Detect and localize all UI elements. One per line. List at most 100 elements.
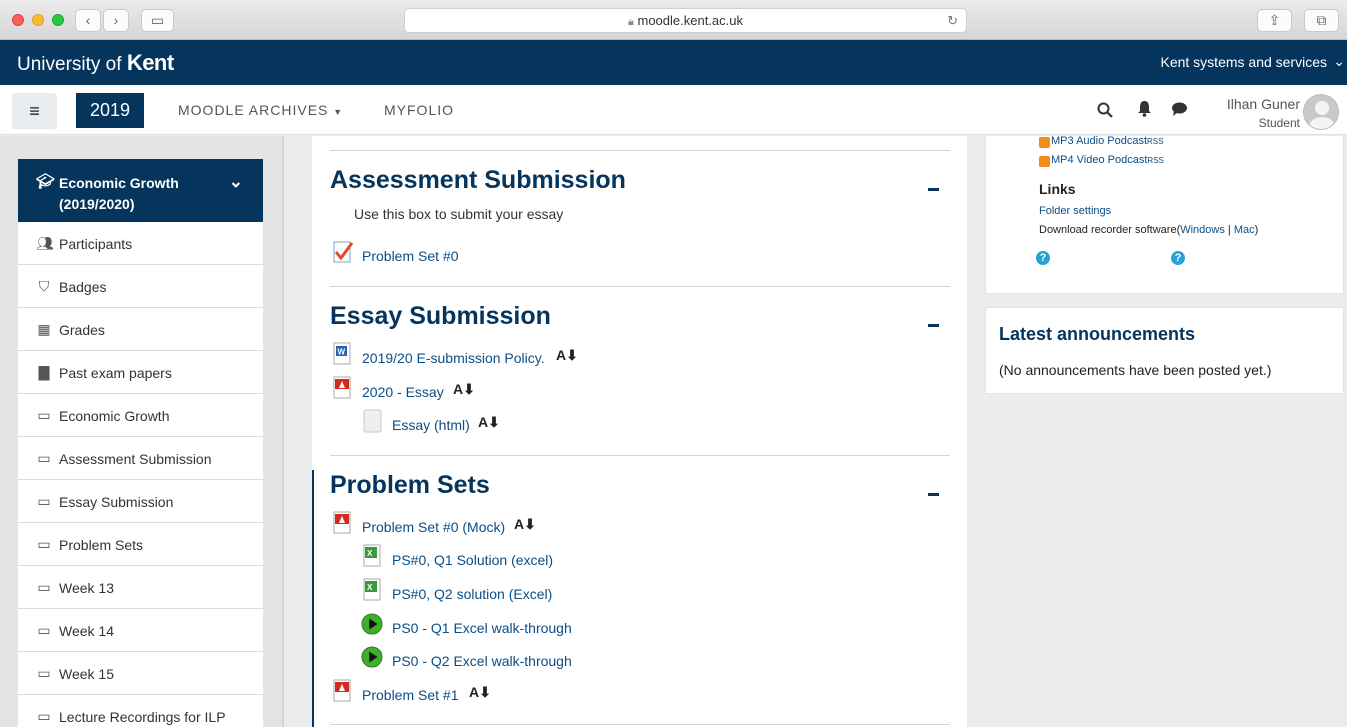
help-icon[interactable]: ? (1171, 251, 1185, 265)
nav-drawer: 🎓︎ Economic Growth (2019/2020) ⌄ 👥︎ Parti… (0, 136, 284, 727)
section-title-assessment: Assessment Submission (330, 166, 626, 194)
avatar[interactable] (1303, 94, 1339, 130)
drawer-toggle-button[interactable]: ≡ (12, 93, 57, 129)
drawer-item[interactable]: ▭ Essay Submission (18, 480, 263, 523)
folder-icon: ▭ (37, 708, 51, 724)
drawer-item[interactable]: ▭ Week 15 (18, 652, 263, 695)
users-icon: 👥︎ (36, 235, 54, 251)
search-icon[interactable] (1097, 102, 1113, 123)
folder-icon: ▭ (37, 493, 51, 509)
zoom-window-button[interactable] (52, 14, 64, 26)
activity-link[interactable]: Essay (html) (392, 417, 470, 433)
activity-link[interactable]: PS0 - Q2 Excel walk-through (392, 653, 572, 669)
drawer-item-label: Week 13 (59, 580, 114, 596)
svg-text:X: X (367, 549, 373, 558)
myfolio-link[interactable]: MYFOLIO (384, 102, 454, 118)
drawer-item[interactable]: ⛉ Badges (18, 265, 263, 308)
drawer-item-label: Lecture Recordings for ILP (59, 709, 226, 725)
folder-icon: ▭ (37, 579, 51, 595)
address-bar[interactable]: 🔒︎ moodle.kent.ac.uk ↻ (404, 8, 967, 33)
play-video-icon (361, 646, 383, 668)
activity-link[interactable]: 2019/20 E-submission Policy. (362, 350, 545, 366)
drawer-item[interactable]: ▇ Past exam papers (18, 351, 263, 394)
activity-link[interactable]: PS0 - Q1 Excel walk-through (392, 620, 572, 636)
drawer-item-label: Essay Submission (59, 494, 174, 510)
mac-link[interactable]: Mac (1234, 224, 1255, 236)
chevron-down-icon[interactable]: ⌄ (229, 172, 243, 192)
university-logo[interactable]: University of Kent (17, 50, 174, 76)
course-header[interactable]: 🎓︎ Economic Growth (2019/2020) ⌄ (18, 159, 263, 222)
pdf-file-icon (333, 511, 351, 534)
drawer-item-label: Week 14 (59, 623, 114, 639)
divider (330, 455, 950, 456)
drawer-item-label: Participants (59, 236, 133, 252)
drawer-item-label: Assessment Submission (59, 451, 212, 467)
shield-icon: ⛉ (38, 278, 50, 294)
activity-link[interactable]: 2020 - Essay (362, 384, 444, 400)
az-download-icon[interactable]: A⬇ (556, 347, 578, 364)
back-icon[interactable]: ‹ (75, 9, 101, 32)
chevron-down-icon: ⌄ (1333, 53, 1345, 69)
announcements-block: Latest announcements (No announcements h… (985, 307, 1344, 394)
drawer-item-label: Past exam papers (59, 365, 172, 381)
az-download-icon[interactable]: A⬇ (453, 381, 475, 398)
divider (330, 724, 950, 725)
mp3-podcast-link[interactable]: MP3 Audio PodcastRSS (1051, 135, 1163, 147)
section-title-essay: Essay Submission (330, 302, 551, 330)
divider (330, 150, 950, 151)
reload-icon[interactable]: ↻ (947, 9, 958, 32)
minimize-window-button[interactable] (32, 14, 44, 26)
drawer-item[interactable]: ▭ Week 13 (18, 566, 263, 609)
kent-systems-menu[interactable]: Kent systems and services ⌄ (1160, 53, 1345, 70)
activity-link[interactable]: PS#0, Q1 Solution (excel) (392, 552, 553, 568)
tabs-icon[interactable]: ⧉ (1304, 9, 1339, 32)
activity-link[interactable]: Problem Set #0 (Mock) (362, 519, 505, 535)
section-summary: Use this box to submit your essay (354, 206, 564, 222)
bell-icon[interactable] (1137, 100, 1152, 122)
announcements-empty: (No announcements have been posted yet.) (999, 362, 1272, 378)
collapse-icon[interactable] (928, 188, 939, 191)
drawer-item[interactable]: 👥︎ Participants (18, 222, 263, 265)
drawer-item[interactable]: ▦ Grades (18, 308, 263, 351)
pdf-file-icon (333, 376, 351, 399)
forward-icon[interactable]: › (103, 9, 129, 32)
moodle-archives-menu[interactable]: MOODLE ARCHIVES ▼ (178, 102, 343, 118)
mp4-podcast-link[interactable]: MP4 Video PodcastRSS (1051, 154, 1164, 166)
collapse-icon[interactable] (928, 324, 939, 327)
az-download-icon[interactable]: A⬇ (514, 516, 536, 533)
windows-link[interactable]: Windows (1180, 224, 1225, 236)
drawer-item[interactable]: ▭ Problem Sets (18, 523, 263, 566)
pdf-file-icon (333, 679, 351, 702)
rss-icon (1039, 137, 1050, 148)
activity-link[interactable]: PS#0, Q2 solution (Excel) (392, 586, 552, 602)
drawer-item-label: Economic Growth (59, 408, 170, 424)
drawer-item[interactable]: ▭ Week 14 (18, 609, 263, 652)
excel-file-icon: X (363, 578, 381, 601)
year-button[interactable]: 2019 (76, 93, 144, 128)
user-role: Student (1258, 116, 1300, 130)
drawer-item[interactable]: ▭ Lecture Recordings for ILP (18, 695, 263, 727)
folder-settings-link[interactable]: Folder settings (1039, 205, 1111, 217)
current-section-marker (312, 470, 314, 727)
drawer-item[interactable]: ▭ Assessment Submission (18, 437, 263, 480)
az-download-icon[interactable]: A⬇ (469, 684, 491, 701)
drawer-item[interactable]: ▭ Economic Growth (18, 394, 263, 437)
az-download-icon[interactable]: A⬇ (478, 414, 500, 431)
word-file-icon: W (333, 342, 351, 365)
collapse-icon[interactable] (928, 493, 939, 496)
drawer-item-label: Badges (59, 279, 107, 295)
navbar: ≡ 2019 MOODLE ARCHIVES ▼ MYFOLIO Ilhan G… (0, 85, 1347, 135)
graduation-cap-icon: 🎓︎ (36, 173, 56, 190)
sidebar-toggle-icon[interactable]: ▭ (141, 9, 174, 32)
activity-link[interactable]: Problem Set #0 (362, 248, 459, 264)
share-icon[interactable]: ⇪ (1257, 9, 1292, 32)
folder-icon: ▭ (37, 622, 51, 638)
activity-link[interactable]: Problem Set #1 (362, 687, 459, 703)
messages-icon[interactable] (1171, 101, 1188, 122)
close-window-button[interactable] (12, 14, 24, 26)
help-icon[interactable]: ? (1036, 251, 1050, 265)
course-content: Assessment Submission Use this box to su… (312, 136, 967, 727)
user-name[interactable]: Ilhan Guner (1227, 96, 1300, 112)
assignment-icon (333, 241, 354, 263)
svg-text:W: W (338, 348, 346, 357)
